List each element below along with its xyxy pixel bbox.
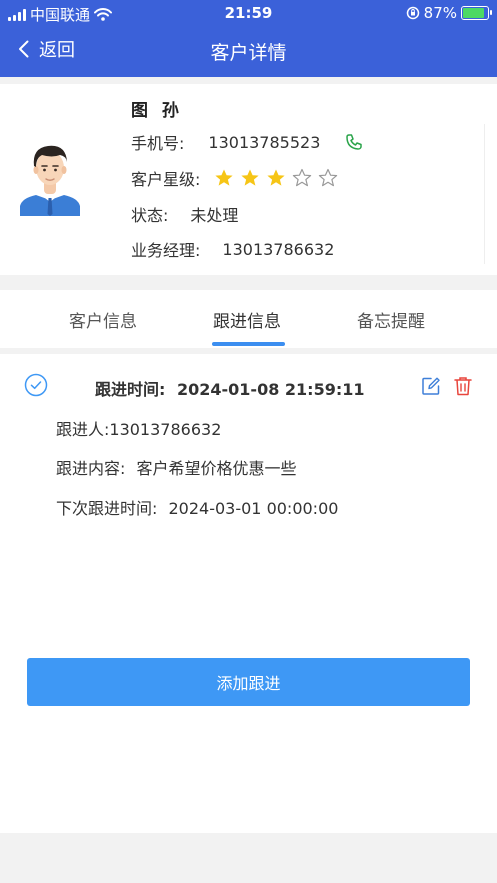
- tab-followup-info[interactable]: 跟进信息: [213, 307, 281, 332]
- customer-name: 图 孙: [131, 101, 183, 121]
- app-header: 中国联通 21:59 87% 返回 客户详情: [0, 0, 497, 77]
- check-circle-icon[interactable]: [24, 373, 48, 397]
- phone-value: 13013785523: [208, 132, 321, 152]
- star-rating: [214, 168, 338, 188]
- phone-label: 手机号:: [131, 134, 185, 153]
- orientation-lock-icon: [406, 6, 419, 20]
- edit-icon[interactable]: [421, 376, 441, 396]
- manager-label: 业务经理:: [131, 241, 201, 260]
- followup-person: 跟进人:13013786632: [56, 420, 222, 439]
- active-tab-indicator: [212, 342, 285, 346]
- phone-icon[interactable]: [345, 133, 363, 151]
- status-value: 未处理: [190, 206, 239, 225]
- followup-content-value: 客户希望价格优惠一些: [136, 459, 297, 478]
- star-filled-icon: [215, 169, 234, 186]
- status-row: 状态: 未处理: [131, 202, 238, 226]
- followup-panel: 跟进时间: 2024-01-08 21:59:11 跟进人:1301378663…: [0, 354, 497, 833]
- status-label: 状态:: [131, 206, 169, 225]
- tab-memo-reminder[interactable]: 备忘提醒: [357, 307, 425, 332]
- followup-time-label: 跟进时间:: [95, 380, 166, 399]
- level-label: 客户星级:: [131, 170, 201, 189]
- add-followup-button[interactable]: 添加跟进: [27, 658, 470, 706]
- tab-bar: 客户信息 跟进信息 备忘提醒: [0, 290, 497, 348]
- avatar: [20, 145, 80, 216]
- star-filled-icon: [241, 169, 260, 186]
- manager-row: 业务经理: 13013786632: [131, 237, 334, 261]
- battery-icon: [461, 6, 492, 20]
- followup-time: 跟进时间: 2024-01-08 21:59:11: [95, 376, 365, 400]
- next-followup-value: 2024-03-01 00:00:00: [168, 499, 339, 518]
- rating-row: 客户星级:: [131, 166, 338, 190]
- manager-value: 13013786632: [222, 239, 335, 259]
- tab-customer-info[interactable]: 客户信息: [69, 307, 137, 332]
- divider: [484, 124, 485, 264]
- followup-time-value: 2024-01-08 21:59:11: [176, 380, 365, 399]
- customer-profile-card: 图 孙 手机号: 13013785523 客户星级: 状态: 未处理 业务经理:…: [0, 84, 497, 275]
- followup-content-label: 跟进内容:: [56, 459, 126, 478]
- battery-percent: 87%: [423, 4, 457, 22]
- followup-content-row: 跟进内容: 客户希望价格优惠一些: [56, 455, 297, 479]
- status-bar: 中国联通 21:59 87%: [0, 0, 497, 26]
- star-empty-icon: [293, 168, 312, 187]
- battery-fill: [463, 8, 484, 18]
- star-empty-icon: [319, 168, 338, 187]
- next-followup-row: 下次跟进时间: 2024-03-01 00:00:00: [56, 495, 338, 519]
- page-title: 客户详情: [210, 42, 287, 64]
- star-filled-icon: [267, 169, 286, 186]
- delete-icon[interactable]: [454, 376, 472, 396]
- phone-row: 手机号: 13013785523: [131, 130, 363, 154]
- next-followup-label: 下次跟进时间:: [56, 499, 158, 518]
